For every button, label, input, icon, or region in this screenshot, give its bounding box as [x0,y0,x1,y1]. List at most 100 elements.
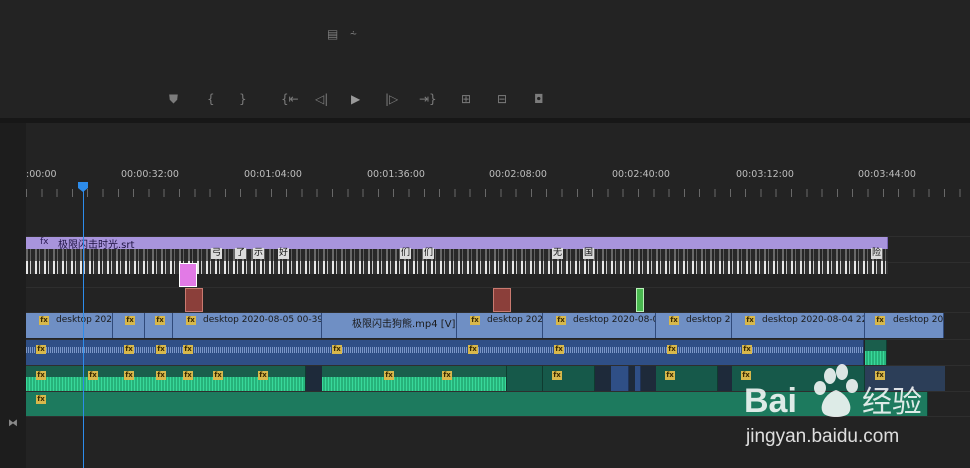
premiere-window: ▤ ⸞ ⛊ { } {⇤ ◁| ▶ |▷ ⇥} ⊞ ⊟ ◘ :00:00 00:… [0,0,970,468]
graphic-clip-green[interactable] [636,288,644,312]
audio-clip-a2[interactable]: fx [543,366,595,391]
fx-badge: fx [39,316,49,325]
baidu-jingyan-watermark: Bai 经验 jingyan.baidu.com [744,364,922,447]
add-marker-icon[interactable]: ⛊ [169,92,178,106]
watermark-url: jingyan.baidu.com [745,426,899,447]
tick-label: 00:01:04:00 [244,169,302,180]
audio-waveform-icon[interactable]: ⸞ [350,27,357,41]
fx-badge: fx [183,345,193,354]
audio-clip-a2[interactable]: fx fx [322,366,507,391]
tick-label: :00:00 [26,169,57,180]
subtitle-fx-icon: fx [40,237,49,247]
clip-label: desktop 2020-08-05 00-39-34 [203,315,321,325]
graphic-clip-red[interactable] [493,288,511,312]
fx-badge: fx [258,371,268,380]
fx-badge: fx [470,316,480,325]
fx-badge: fx [156,371,166,380]
subtitle-clip[interactable]: fx 极限闪击时光.srt [26,237,888,249]
fx-badge: fx [183,371,193,380]
program-monitor: ▤ ⸞ ⛊ { } {⇤ ◁| ▶ |▷ ⇥} ⊞ ⊟ ◘ [0,0,970,118]
clip-label: desktop 2020 [56,315,113,325]
fx-badge: fx [186,316,196,325]
playhead-line[interactable] [83,182,84,468]
fx-badge: fx [556,316,566,325]
lift-icon[interactable]: ⊞ [461,92,471,106]
audio-gap [718,366,732,391]
clip-label: 极限闪击狗熊.mp4 [V] [352,319,456,330]
time-ruler[interactable]: :00:00 00:00:32:00 00:01:04:00 00:01:36:… [26,163,970,203]
audio-clip-a2[interactable] [507,366,543,391]
fx-badge: fx [669,316,679,325]
tick-label: 00:00:32:00 [121,169,179,180]
audio-clip-a2[interactable]: fx fx fx fx fx fx fx [26,366,306,391]
audio-gap [306,366,322,391]
audio-clip-a1[interactable]: fx fx fx fx fx fx fx fx fx [26,340,864,365]
audio-waveform [322,377,506,391]
video-clip[interactable]: fx [113,313,145,338]
watermark-brand-left: Bai [744,382,797,420]
video-clip[interactable]: fx desktop 2020 [457,313,543,338]
subtitle-glyph: 国 [583,248,595,259]
go-to-in-icon[interactable]: {⇤ [281,92,299,106]
video-clip[interactable]: fx [145,313,173,338]
graphic-clip-red[interactable] [185,288,203,312]
extract-icon[interactable]: ⊟ [497,92,507,106]
audio-gap [641,366,656,391]
video-clip[interactable]: fx desktop 2020-08-04 [543,313,656,338]
video-clip[interactable]: fx desktop 2020 [26,313,113,338]
fx-badge: fx [667,345,677,354]
fx-badge: fx [468,345,478,354]
subtitle-glyph: 无 [552,248,564,259]
audio-waveform [26,347,863,353]
fx-badge: fx [552,371,562,380]
fx-badge: fx [36,371,46,380]
fx-badge: fx [384,371,394,380]
video-clip[interactable]: fx desktop 2020-08-05 00-39-34 [173,313,322,338]
subtitle-glyph: 了 [235,248,247,259]
fx-badge: fx [36,395,46,404]
fx-badge: fx [88,371,98,380]
audio-gap [595,366,611,391]
fx-badge: fx [124,345,134,354]
clip-label: desktop 2020-08-04 22-2 [762,315,865,325]
subtitle-glyph: 好 [278,248,290,259]
mark-in-icon[interactable]: { [207,92,215,106]
subtitle-glyph: 险 [871,248,883,259]
subtitle-clip-title: 极限闪击时光.srt [58,240,135,249]
fx-badge: fx [213,371,223,380]
tick-label: 00:03:12:00 [736,169,794,180]
export-frame-icon[interactable]: ▤ [327,27,338,41]
audio-clip-a2[interactable] [611,366,629,391]
subtitle-glyph: 示 [253,248,265,259]
clip-label: desktop 20 [686,315,732,325]
fx-badge: fx [124,371,134,380]
camera-icon[interactable]: ◘ [534,92,544,106]
video-clip[interactable]: fx desktop 2020-08-04 22-2 [732,313,865,338]
video-clip[interactable]: 极限闪击狗熊.mp4 [V] [322,313,457,338]
fx-badge: fx [36,345,46,354]
subtitle-segments-upper [26,249,888,261]
video-clip[interactable]: fx desktop 20 [656,313,732,338]
subtitle-glyph: 们 [423,248,435,259]
step-back-icon[interactable]: ◁| [315,92,328,106]
fx-badge: fx [442,371,452,380]
go-to-out-icon[interactable]: ⇥} [419,92,437,106]
graphic-clip-pink[interactable] [179,263,197,287]
subtitle-glyph: 们 [400,248,412,259]
expand-tracks-icon[interactable]: ⧓ [5,418,21,430]
tick-label: 00:01:36:00 [367,169,425,180]
clip-label: desktop 2020-08-04 [573,315,656,325]
play-icon[interactable]: ▶ [351,92,360,106]
watermark-brand-right: 经验 [862,385,922,420]
video-clip[interactable]: fx desktop 202 [865,313,944,338]
audio-clip-a2[interactable]: fx [656,366,718,391]
clip-label: desktop 202 [893,315,944,325]
tick-label: 00:03:44:00 [858,169,916,180]
step-forward-icon[interactable]: |▷ [385,92,398,106]
subtitle-segments[interactable] [26,261,888,274]
subtitle-glyph: 弓 [211,248,223,259]
fx-badge: fx [332,345,342,354]
mark-out-icon[interactable]: } [239,92,247,106]
ruler-ticks [26,189,970,197]
fx-badge: fx [875,316,885,325]
